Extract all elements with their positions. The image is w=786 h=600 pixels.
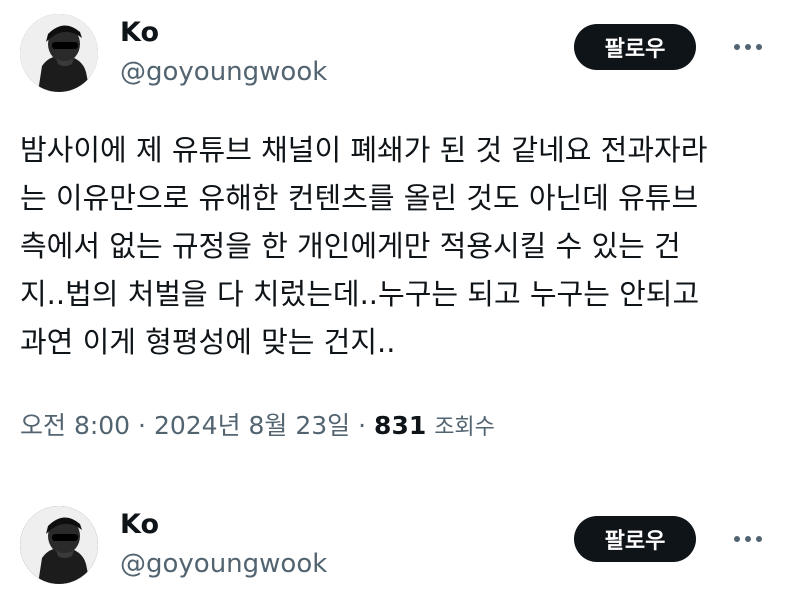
tweet-text-line: 밤사이에 제 유튜브 채널이 폐쇄가 된 것 같네요 전과자라 (20, 133, 708, 167)
meta-separator: · (138, 411, 146, 440)
more-horizontal-icon (734, 536, 762, 542)
user-handle[interactable]: @goyoungwook (120, 546, 327, 582)
divider (0, 474, 786, 486)
views-count[interactable]: 831 (374, 411, 426, 440)
tweet-text: 밤사이에 제 유튜브 채널이 폐쇄가 된 것 같네요 전과자라 는 이유만으로 … (20, 126, 766, 366)
more-horizontal-icon (734, 44, 762, 50)
avatar-image (20, 14, 98, 92)
display-name[interactable]: Ko (120, 16, 327, 50)
user-info: Ko @goyoungwook (120, 508, 327, 582)
tweet-header: Ko @goyoungwook 팔로우 (20, 10, 766, 96)
user-handle[interactable]: @goyoungwook (120, 54, 327, 90)
tweet-text-line: 측에서 없는 규정을 한 개인에게만 적용시킬 수 있는 건 (20, 229, 681, 263)
more-options-button[interactable] (730, 524, 766, 554)
avatar[interactable] (20, 14, 98, 92)
follow-button[interactable]: 팔로우 (574, 516, 696, 562)
tweet-text-line: 과연 이게 형평성에 맞는 건지.. (20, 325, 396, 359)
tweet-time[interactable]: 오전 8:00 (20, 411, 130, 440)
tweet-date[interactable]: 2024년 8월 23일 (154, 411, 350, 440)
tweet-meta: 오전 8:00 · 2024년 8월 23일 · 831 조회수 (20, 406, 495, 448)
tweet-text-line: 지..법의 처벌을 다 치렀는데..누구는 되고 누구는 안되고 (20, 277, 700, 311)
display-name[interactable]: Ko (120, 508, 327, 542)
tweet-text-line: 는 이유만으로 유해한 컨텐츠를 올린 것도 아닌데 유튜브 (20, 181, 699, 215)
more-options-button[interactable] (730, 32, 766, 62)
meta-separator: · (358, 411, 367, 440)
avatar-image (20, 506, 98, 584)
user-info: Ko @goyoungwook (120, 16, 327, 90)
tweet-header: Ko @goyoungwook 팔로우 (20, 502, 766, 588)
avatar[interactable] (20, 506, 98, 584)
follow-button[interactable]: 팔로우 (574, 24, 696, 70)
views-label: 조회수 (434, 415, 495, 440)
